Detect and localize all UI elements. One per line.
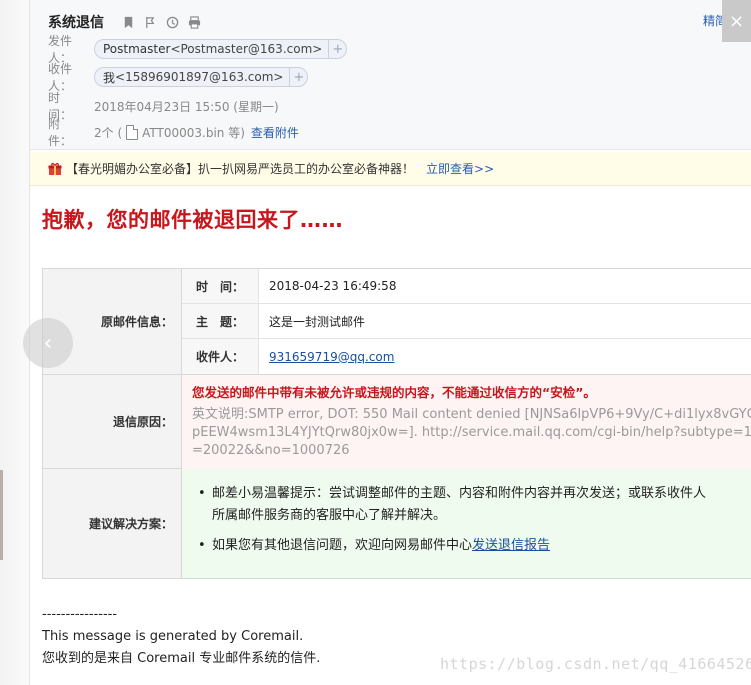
reason-english-line: 英文说明:SMTP error, DOT: 550 Mail content d…	[192, 407, 751, 422]
file-icon	[126, 124, 139, 140]
sender-name: Postmaster	[103, 42, 171, 56]
view-attachments-link[interactable]: 查看附件	[251, 124, 299, 141]
list-item: 如果您有其他退信问题，欢迎向网易邮件中心发送退信报告	[198, 535, 751, 557]
previous-mail-button[interactable]: ‹	[23, 318, 73, 368]
recipient-email-link[interactable]: 931659719@qq.com	[269, 350, 394, 364]
reason-main-text: 您发送的邮件中带有未被允许或违规的内容，不能通过收信方的“安检”。	[192, 385, 596, 400]
footer-line: 您收到的是来自 Coremail 专业邮件系统的信件.	[42, 651, 321, 666]
add-contact-icon[interactable]: +	[328, 40, 346, 58]
sender-address: <Postmaster@163.com>	[170, 42, 323, 56]
bounce-reason-label: 退信原因：	[43, 375, 182, 468]
ad-view-link[interactable]: 立即查看>>	[426, 160, 494, 177]
row-value: 2018-04-23 16:49:58	[269, 279, 397, 293]
attachment-label: 附 件：	[48, 117, 73, 148]
reason-english-line: =20022&&no=1000726	[192, 443, 350, 458]
attachment-row: 附 件： 2个 ( ATT00003.bin 等) 查看附件	[48, 117, 299, 148]
footer-separator: ----------------	[42, 607, 118, 622]
suggestion-text: 如果您有其他退信问题，欢迎向网易邮件中心	[212, 538, 473, 553]
suggestion-section: 建议解决方案： 邮差小易温馨提示：尝试调整邮件的主题、内容和附件内容并再次发送；…	[43, 469, 751, 579]
print-icon[interactable]	[186, 14, 202, 30]
attachment-count: 2个 (	[94, 125, 123, 140]
table-row: 时 间： 2018-04-23 16:49:58	[182, 269, 751, 304]
left-edge-marker	[0, 470, 3, 560]
original-mail-section: 原邮件信息： 时 间： 2018-04-23 16:49:58 主 题： 这是一…	[43, 269, 751, 375]
table-row: 主 题： 这是一封测试邮件	[182, 304, 751, 339]
bounce-title: 抱歉，您的邮件被退回来了……	[42, 208, 343, 232]
from-row: 发件人： Postmaster <Postmaster@163.com> +	[48, 34, 348, 65]
to-row: 收件人： 我 <15896901897@163.com> +	[48, 62, 309, 93]
header-toolbar	[120, 14, 202, 30]
subject-row: 系统退信	[48, 12, 202, 32]
row-key: 时 间：	[182, 269, 259, 303]
mail-header: 系统退信 精简信 × 发件人： Postmaster <Postmaster@1…	[30, 0, 751, 150]
list-item: 邮差小易温馨提示：尝试调整邮件的主题、内容和附件内容并再次发送；或联系收件人 所…	[198, 483, 751, 527]
ad-banner: 【春光明媚办公室必备】扒一扒网易严选员工的办公室必备神器！ 立即查看>>	[30, 152, 751, 186]
reason-english-line: pEEW4wsm13L4YJYtQrw80jx0w=]. http://serv…	[192, 425, 751, 440]
table-row: 收件人： 931659719@qq.com	[182, 339, 751, 374]
row-key: 主 题：	[182, 304, 259, 338]
suggestion-text: 邮差小易温馨提示：尝试调整邮件的主题、内容和附件内容并再次发送；或联系收件人	[212, 486, 707, 501]
suggestion-text: 所属邮件服务商的客服中心了解并解决。	[212, 508, 447, 523]
sender-chip[interactable]: Postmaster <Postmaster@163.com> +	[94, 39, 348, 59]
bounce-reason-section: 退信原因： 您发送的邮件中带有未被允许或违规的内容，不能通过收信方的“安检”。 …	[43, 375, 751, 469]
recipient-address: <15896901897@163.com>	[115, 70, 284, 84]
bounce-info-table: 原邮件信息： 时 间： 2018-04-23 16:49:58 主 题： 这是一…	[42, 268, 751, 579]
suggestion-label: 建议解决方案：	[43, 469, 182, 578]
close-icon[interactable]: ×	[722, 0, 751, 42]
ad-text: 【春光明媚办公室必备】扒一扒网易严选员工的办公室必备神器！	[66, 162, 415, 176]
flag-icon[interactable]	[142, 14, 158, 30]
row-value: 931659719@qq.com	[259, 339, 751, 374]
recipient-name: 我	[103, 70, 116, 85]
bookmark-icon[interactable]	[120, 14, 136, 30]
recipient-chip[interactable]: 我 <15896901897@163.com> +	[94, 67, 309, 87]
mail-subject: 系统退信	[48, 15, 104, 31]
clock-icon[interactable]	[164, 14, 180, 30]
watermark: https://blog.csdn.net/qq_41664526	[440, 655, 751, 673]
gift-icon	[48, 162, 62, 176]
time-row: 时 间： 2018年04月23日 15:50 (星期一)	[48, 91, 279, 122]
mail-read-pane: 系统退信 精简信 × 发件人： Postmaster <Postmaster@1…	[30, 0, 751, 685]
row-value: 这是一封测试邮件	[269, 314, 366, 329]
send-bounce-report-link[interactable]: 发送退信报告	[472, 538, 550, 553]
footer-line: This message is generated by Coremail.	[42, 629, 304, 644]
mail-footer: ---------------- This message is generat…	[42, 604, 320, 670]
row-key: 收件人：	[182, 339, 259, 374]
add-contact-icon[interactable]: +	[289, 68, 307, 86]
attachment-name: ATT00003.bin 等)	[142, 125, 245, 140]
time-value: 2018年04月23日 15:50 (星期一)	[94, 99, 279, 114]
